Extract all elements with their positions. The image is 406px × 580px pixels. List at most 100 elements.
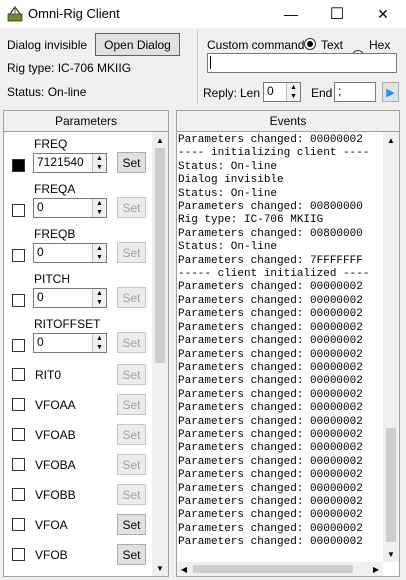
events-scroll-thumb[interactable] <box>386 428 396 542</box>
param-checkbox[interactable] <box>12 428 25 441</box>
events-scroll-right-icon[interactable]: ▶ <box>369 562 383 576</box>
mode-text-radio[interactable] <box>304 38 316 50</box>
play-arrow-icon: ▶ <box>386 86 395 99</box>
param-value: 0 <box>37 200 44 214</box>
param-set-button[interactable]: Set <box>117 332 146 353</box>
param-row-vfoa: VFOA Set <box>4 511 152 541</box>
len-stepper[interactable]: 0 ▲ ▼ <box>263 82 301 102</box>
param-name: RIT0 <box>35 368 62 382</box>
param-checkbox[interactable] <box>12 368 25 381</box>
event-line: ----- client initialized ---- <box>178 268 370 281</box>
param-checkbox[interactable] <box>12 294 25 307</box>
open-dialog-button[interactable]: Open Dialog <box>95 33 180 56</box>
end-input[interactable]: ; <box>334 82 376 102</box>
run-command-button[interactable]: ▶ <box>382 82 399 102</box>
spin-up-icon[interactable]: ▲ <box>92 289 106 298</box>
param-set-button[interactable]: Set <box>117 424 146 445</box>
param-name: VFOB <box>35 548 68 562</box>
parameters-panel: FREQ 7121540 ▲ ▼ Set FREQA 0 ▲ ▼ Set FREQB 0 ▲ ▼ Set PI… <box>3 131 169 577</box>
len-down-icon[interactable]: ▼ <box>286 92 300 101</box>
event-line: Parameters changed: 00800000 <box>178 201 363 214</box>
event-line: Parameters changed: 00000002 <box>178 509 363 522</box>
event-line: Parameters changed: 00000002 <box>178 375 363 388</box>
scroll-thumb[interactable] <box>155 148 165 363</box>
event-line: Parameters changed: 00000002 <box>178 455 363 468</box>
event-line: Parameters changed: 00000002 <box>178 335 363 348</box>
event-line: Parameters changed: 00000002 <box>178 308 363 321</box>
close-icon: ✕ <box>377 5 389 22</box>
param-checkbox[interactable] <box>12 488 25 501</box>
events-log: Parameters changed: 00000002 ---- initial… <box>178 134 383 550</box>
spin-down-icon[interactable]: ▼ <box>92 253 106 262</box>
spin-up-icon[interactable]: ▲ <box>92 244 106 253</box>
event-line: Status: On-line <box>178 241 278 254</box>
param-set-button[interactable]: Set <box>117 484 146 505</box>
events-scroll-up-icon[interactable]: ▲ <box>383 132 399 148</box>
param-value-stepper[interactable]: 0 ▲ ▼ <box>33 333 107 353</box>
param-checkbox[interactable] <box>12 458 25 471</box>
param-name: VFOAB <box>35 428 76 442</box>
param-checkbox[interactable] <box>12 398 25 411</box>
event-line: ---- initializing client ---- <box>178 147 370 160</box>
param-name: FREQA <box>34 182 76 196</box>
param-checkbox[interactable] <box>12 249 25 262</box>
events-panel: Parameters changed: 00000002 ---- initial… <box>176 131 400 577</box>
spin-down-icon[interactable]: ▼ <box>92 163 106 172</box>
spin-down-icon[interactable]: ▼ <box>92 298 106 307</box>
event-line: Parameters changed: 00000002 <box>178 321 363 334</box>
param-value-stepper[interactable]: 0 ▲ ▼ <box>33 198 107 218</box>
param-value-stepper[interactable]: 0 ▲ ▼ <box>33 243 107 263</box>
param-set-button[interactable]: Set <box>117 544 146 565</box>
event-line: Parameters changed: 00000002 <box>178 442 363 455</box>
event-line: Parameters changed: 00000002 <box>178 281 363 294</box>
events-hscrollbar[interactable]: ◀ ▶ <box>177 562 383 576</box>
param-checkbox[interactable] <box>12 548 25 561</box>
param-set-button[interactable]: Set <box>117 197 146 218</box>
event-line: Rig type: IC-706 MKIIG <box>178 214 324 227</box>
spin-up-icon[interactable]: ▲ <box>92 334 106 343</box>
event-line: Parameters changed: 00000002 <box>178 495 363 508</box>
events-hscroll-thumb[interactable] <box>193 565 353 573</box>
title-bar: Omni-Rig Client — ☐ ✕ <box>0 0 406 28</box>
param-name: VFOBB <box>35 488 76 502</box>
param-set-button[interactable]: Set <box>117 242 146 263</box>
divider <box>197 30 198 104</box>
param-set-button[interactable]: Set <box>117 394 146 415</box>
scroll-up-icon[interactable]: ▲ <box>152 132 168 148</box>
mode-hex-label: Hex <box>369 38 391 52</box>
param-checkbox[interactable] <box>12 204 25 217</box>
spin-down-icon[interactable]: ▼ <box>92 343 106 352</box>
maximize-icon: ☐ <box>329 6 345 23</box>
rig-status: Status: On-line <box>7 85 87 99</box>
param-set-button[interactable]: Set <box>117 152 146 173</box>
param-set-button[interactable]: Set <box>117 287 146 308</box>
events-scroll-left-icon[interactable]: ◀ <box>177 562 191 576</box>
param-set-button[interactable]: Set <box>117 454 146 475</box>
spin-up-icon[interactable]: ▲ <box>92 154 106 163</box>
spin-up-icon[interactable]: ▲ <box>92 199 106 208</box>
close-button[interactable]: ✕ <box>360 0 406 28</box>
parameters-scrollbar[interactable]: ▲ ▼ <box>152 132 168 576</box>
param-value-stepper[interactable]: 0 ▲ ▼ <box>33 288 107 308</box>
param-row-ritoffset: RITOFFSET 0 ▲ ▼ Set <box>4 315 152 359</box>
len-up-icon[interactable]: ▲ <box>286 83 300 92</box>
spin-down-icon[interactable]: ▼ <box>92 208 106 217</box>
param-checkbox[interactable] <box>12 518 25 531</box>
maximize-button[interactable]: ☐ <box>314 0 360 28</box>
param-checkbox[interactable] <box>12 159 25 172</box>
param-row-vfob: VFOB Set <box>4 541 152 571</box>
minimize-icon: — <box>284 6 298 22</box>
custom-command-input[interactable] <box>207 53 397 73</box>
param-row-freqb: FREQB 0 ▲ ▼ Set <box>4 225 152 269</box>
events-header: Events <box>176 110 400 132</box>
param-set-button[interactable]: Set <box>117 514 146 535</box>
mode-text-label: Text <box>321 38 344 52</box>
event-line: Parameters changed: 00000002 <box>178 415 363 428</box>
scroll-down-icon[interactable]: ▼ <box>152 560 168 576</box>
events-scroll-down-icon[interactable]: ▼ <box>383 546 399 562</box>
events-vscrollbar[interactable]: ▲ ▼ <box>383 132 399 562</box>
param-value-stepper[interactable]: 7121540 ▲ ▼ <box>33 153 107 173</box>
param-set-button[interactable]: Set <box>117 364 146 385</box>
minimize-button[interactable]: — <box>268 0 314 28</box>
param-checkbox[interactable] <box>12 339 25 352</box>
